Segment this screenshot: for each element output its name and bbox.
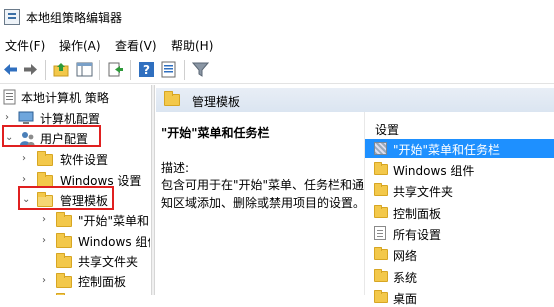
computer-icon [18,111,34,124]
app-icon [4,9,20,25]
folder-icon [374,205,388,218]
toolbar-separator [99,60,100,80]
settings-list: 设置 "开始"菜单和任务栏 Windows 组件 共享文件夹 控制面板 所有设置… [364,112,554,306]
document-icon [374,226,386,240]
list-item-label: 所有设置 [393,228,442,242]
policy-tree: 本地计算机 策略 › 计算机配置 ⌄ 用户配置 › 软件设置 › Windows… [0,85,150,295]
list-item-start-menu[interactable]: "开始"菜单和任务栏 [365,139,554,158]
folder-icon [374,269,388,282]
list-item-label: 桌面 [393,292,418,306]
show-hide-tree-icon[interactable] [76,61,93,78]
tree-label-shared-folders: 共享文件夹 [78,255,139,269]
chevron-right-icon[interactable]: › [22,175,32,185]
chevron-right-icon[interactable]: › [42,215,52,225]
toolbar-separator [130,60,131,80]
highlight-box-user-config [2,125,101,147]
description-panel: "开始"菜单和任务栏 描述: 包含可用于在"开始"菜单、任务栏和通知区域添加、删… [156,112,366,295]
tree-item-windows-components[interactable]: › Windows 组件 [0,230,150,252]
document-icon [3,89,16,105]
content-header-title: 管理模板 [192,95,241,109]
setting-icon [374,142,387,155]
list-item-label: "开始"菜单和任务栏 [393,143,501,157]
tree-item-root[interactable]: 本地计算机 策略 [0,86,150,108]
help-icon[interactable]: ? [138,61,155,78]
content-header: 管理模板 [156,88,554,112]
menu-help[interactable]: 帮助(H) [171,37,213,54]
tree-label-start-menu: "开始"菜单和 [78,214,150,228]
selected-item-title: "开始"菜单和任务栏 [161,126,270,140]
menu-view[interactable]: 查看(V) [115,37,157,54]
svg-text:?: ? [143,63,150,77]
toolbar-separator [45,60,46,80]
folder-icon [164,91,180,106]
tree-item-start-menu[interactable]: › "开始"菜单和 [0,209,150,231]
menu-file[interactable]: 文件(F) [5,37,45,54]
pane-splitter[interactable] [151,85,155,295]
folder-icon [374,247,388,260]
folder-icon [56,212,72,227]
description-label: 描述: [161,161,190,175]
folder-icon [56,273,72,288]
menu-action[interactable]: 操作(A) [59,37,101,54]
list-item-desktop[interactable]: 桌面 [365,288,554,307]
tree-item-control-panel[interactable]: › 控制面板 [0,270,150,292]
chevron-right-icon[interactable]: › [22,154,32,164]
list-column-header[interactable]: 设置 [375,121,399,138]
chevron-right-icon[interactable]: › [5,113,15,123]
toolbar: ? [0,56,554,84]
list-item-shared-folders[interactable]: 共享文件夹 [365,181,554,200]
tree-label-control-panel: 控制面板 [78,275,127,289]
window-title: 本地组策略编辑器 [26,11,123,25]
folder-icon [56,233,72,248]
list-item-label: Windows 组件 [393,164,475,178]
list-item-system[interactable]: 系统 [365,267,554,286]
list-item-label: 系统 [393,271,418,285]
folder-icon [37,151,53,166]
filter-icon[interactable] [192,61,209,78]
chevron-right-icon[interactable]: › [42,276,52,286]
list-item-label: 网络 [393,249,418,263]
up-folder-icon[interactable] [53,61,70,78]
tree-label-root: 本地计算机 策略 [21,91,109,105]
tree-label-software-settings: 软件设置 [60,153,109,167]
description-text: 包含可用于在"开始"菜单、任务栏和通知区域添加、删除或禁用项目的设置。 [161,178,366,210]
tree-item-software-settings[interactable]: › 软件设置 [0,148,150,170]
folder-icon [374,162,388,175]
toolbar-separator [184,60,185,80]
tree-item-shared-folders[interactable]: 共享文件夹 [0,250,150,272]
list-item-label: 共享文件夹 [393,185,454,199]
list-item-windows-components[interactable]: Windows 组件 [365,160,554,179]
list-item-label: 控制面板 [393,207,442,221]
folder-icon [374,290,388,303]
folder-icon [374,183,388,196]
list-item-all-settings[interactable]: 所有设置 [365,224,554,243]
back-icon[interactable] [2,61,19,78]
forward-icon[interactable] [22,61,39,78]
properties-icon[interactable] [160,61,177,78]
list-item-network[interactable]: 网络 [365,245,554,264]
chevron-right-icon[interactable]: › [42,236,52,246]
tree-item-network[interactable]: › 网络 [0,290,150,295]
folder-icon [56,253,72,268]
highlight-box-admin-templates [18,186,114,210]
tree-label-windows-components: Windows 组件 [78,235,150,249]
list-item-control-panel[interactable]: 控制面板 [365,203,554,222]
export-list-icon[interactable] [107,61,124,78]
menu-bar: 文件(F) 操作(A) 查看(V) 帮助(H) [0,34,554,56]
title-bar: 本地组策略编辑器 [0,0,554,34]
